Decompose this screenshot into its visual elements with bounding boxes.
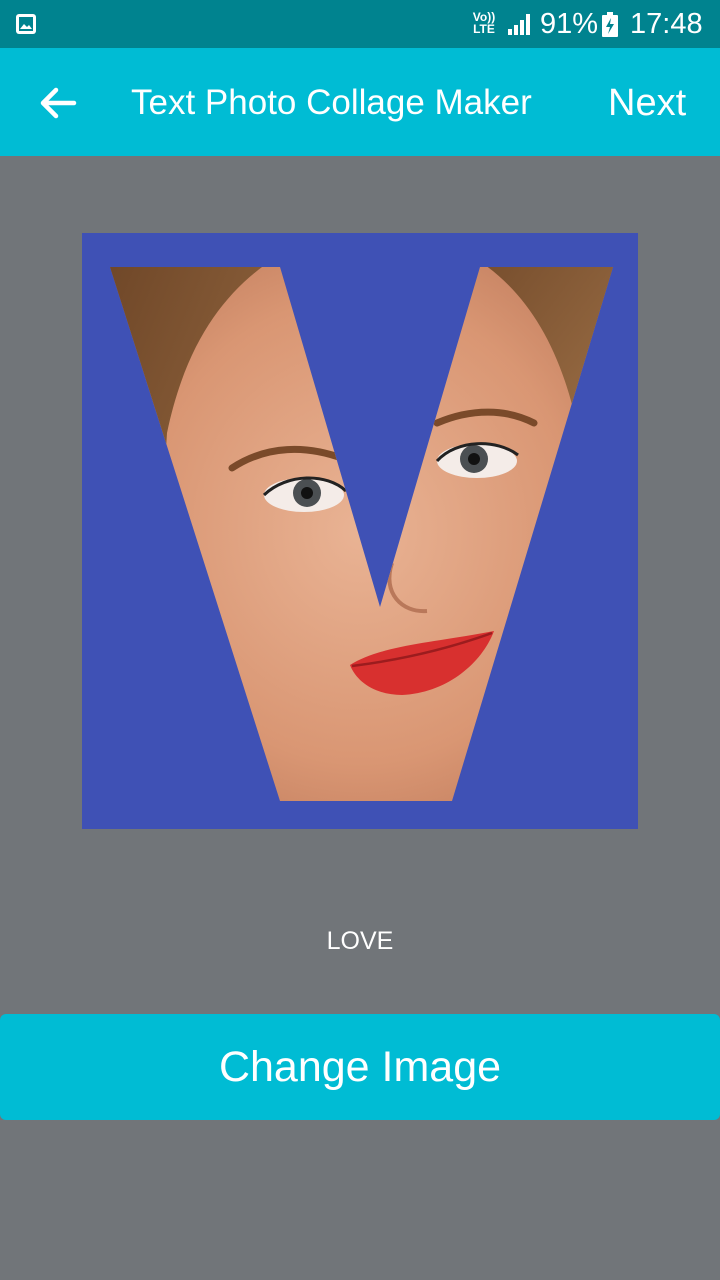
gallery-icon [16, 14, 36, 34]
battery-percent: 91% [540, 8, 599, 40]
status-bar: Vo)) LTE 91% 17:48 [0, 0, 720, 48]
next-button[interactable]: Next [608, 80, 686, 126]
app-bar: Text Photo Collage Maker Next [0, 48, 720, 156]
page-title: Text Photo Collage Maker [131, 83, 532, 122]
caption-text: LOVE [326, 927, 394, 955]
volte-icon: Vo)) LTE [472, 10, 496, 36]
clock: 17:48 [630, 8, 703, 40]
change-image-button[interactable]: Change Image [0, 1014, 720, 1120]
collage-preview [82, 233, 638, 829]
signal-icon [508, 14, 530, 35]
battery-charging-icon [602, 12, 618, 37]
letter-v-photo [110, 267, 613, 801]
arrow-back-icon[interactable] [34, 80, 80, 126]
